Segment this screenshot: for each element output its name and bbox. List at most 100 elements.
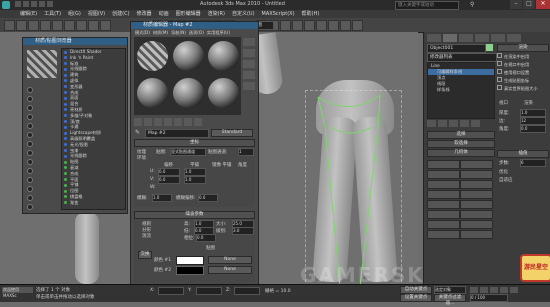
- geometry-tool-button[interactable]: [427, 170, 460, 179]
- list-item[interactable]: 渐变: [62, 200, 125, 206]
- show-end-result-icon[interactable]: [438, 120, 447, 127]
- map-name-field[interactable]: Map #2: [145, 129, 209, 138]
- go-to-parent-icon[interactable]: [194, 118, 202, 126]
- browse-option-radio[interactable]: [27, 204, 33, 210]
- browse-option-radio[interactable]: [27, 114, 33, 120]
- window-crossing-icon[interactable]: [100, 20, 111, 31]
- levels-spinner[interactable]: 3.0: [232, 227, 254, 235]
- tiling-v-spinner[interactable]: 1.0: [184, 176, 206, 184]
- unlink-icon[interactable]: [40, 20, 51, 31]
- menu-item[interactable]: 视图(V): [88, 10, 105, 18]
- geometry-tool-button[interactable]: [427, 210, 460, 219]
- browse-option-radio[interactable]: [27, 96, 33, 102]
- geometry-tool-button[interactable]: [460, 170, 493, 179]
- redo-icon[interactable]: [16, 20, 27, 31]
- app-logo-icon[interactable]: [2, 1, 10, 9]
- make-unique-icon[interactable]: [174, 118, 182, 126]
- key-selection-dropdown[interactable]: 选定对象: [434, 286, 466, 294]
- viewport-radio[interactable]: 视口: [499, 100, 508, 106]
- render-option-checkbox[interactable]: 使用视口设置: [497, 69, 549, 77]
- layer-manager-icon[interactable]: [280, 20, 291, 31]
- sample-slot-4[interactable]: [137, 78, 168, 108]
- undo-icon[interactable]: [4, 20, 15, 31]
- search-icon[interactable]: ⚲: [470, 1, 478, 8]
- render-option-checkbox[interactable]: 在视口中启用: [497, 61, 549, 69]
- schematic-view-icon[interactable]: [304, 20, 315, 31]
- make-unique-stack-icon[interactable]: [449, 120, 458, 127]
- geometry-tool-button[interactable]: [427, 220, 460, 229]
- menu-item[interactable]: 修改器: [137, 10, 152, 18]
- material-editor-menu-item[interactable]: 模式(D): [135, 30, 150, 36]
- offset-u-spinner[interactable]: 0.0: [158, 168, 180, 176]
- search-input[interactable]: 键入关键字或短语: [395, 1, 459, 10]
- blur-spinner[interactable]: 1.0: [152, 194, 172, 202]
- color1-map-button[interactable]: None: [208, 256, 252, 264]
- pin-stack-icon[interactable]: [427, 120, 436, 127]
- environment-radio[interactable]: 环境: [137, 155, 146, 161]
- browse-option-radio[interactable]: [27, 105, 33, 111]
- mapping-dropdown[interactable]: 显式贴图通道: [170, 148, 206, 156]
- menu-item[interactable]: 渲染(R): [208, 10, 225, 18]
- map-type-button[interactable]: Standard: [211, 129, 253, 137]
- render-option-checkbox[interactable]: 生成贴图坐标: [497, 77, 549, 85]
- video-check-icon[interactable]: [243, 82, 255, 90]
- material-editor-menu-item[interactable]: 导航(N): [171, 30, 186, 36]
- display-tab-icon[interactable]: [491, 34, 505, 42]
- sample-slot-1[interactable]: [137, 41, 168, 71]
- modifier-stack-item[interactable]: 样条线: [428, 87, 494, 93]
- link-icon[interactable]: [28, 20, 39, 31]
- sample-slot-3[interactable]: [208, 41, 239, 71]
- blur-offset-spinner[interactable]: 0.0: [198, 194, 218, 202]
- geometry-tool-button[interactable]: [427, 180, 460, 189]
- motion-tab-icon[interactable]: [475, 34, 489, 42]
- object-color-swatch[interactable]: [486, 44, 493, 51]
- modifier-list-dropdown[interactable]: 修改器列表: [427, 53, 497, 62]
- backlight-icon[interactable]: [243, 49, 255, 57]
- geometry-tool-button[interactable]: [460, 230, 493, 239]
- configure-sets-icon[interactable]: [471, 120, 480, 127]
- sample-slot-2[interactable]: [173, 41, 204, 71]
- menu-item[interactable]: 图形编辑器: [176, 10, 201, 18]
- material-editor-menu-item[interactable]: 选项(O): [189, 30, 204, 36]
- save-file-icon[interactable]: [31, 1, 37, 7]
- browse-option-radio[interactable]: [27, 159, 33, 165]
- browse-option-radio[interactable]: [27, 87, 33, 93]
- geometry-tool-button[interactable]: [427, 230, 460, 239]
- browse-option-radio[interactable]: [27, 132, 33, 138]
- phase-spinner[interactable]: 0.0: [196, 234, 216, 242]
- sample-slot-6[interactable]: [208, 78, 239, 108]
- thickness-spinner[interactable]: 1.0: [520, 109, 546, 117]
- menu-item[interactable]: 编辑(E): [20, 10, 37, 18]
- geometry-tool-button[interactable]: [427, 160, 460, 169]
- render-frame-icon[interactable]: [340, 20, 351, 31]
- menu-item[interactable]: 工具(T): [44, 10, 61, 18]
- next-frame-icon[interactable]: [500, 287, 508, 293]
- material-editor-menu-item[interactable]: 材质(M): [153, 30, 168, 36]
- remove-modifier-icon[interactable]: [460, 120, 469, 127]
- put-to-scene-icon[interactable]: [144, 118, 152, 126]
- go-to-end-icon[interactable]: [510, 287, 518, 293]
- browse-option-radio[interactable]: [27, 123, 33, 129]
- quick-render-icon[interactable]: [352, 20, 363, 31]
- browse-option-radio[interactable]: [27, 177, 33, 183]
- curve-editor-icon[interactable]: [292, 20, 303, 31]
- geometry-tool-button[interactable]: [460, 200, 493, 209]
- geometry-tool-button[interactable]: [460, 210, 493, 219]
- browse-option-radio[interactable]: [27, 150, 33, 156]
- color1-swatch[interactable]: [176, 256, 204, 265]
- tiling-u-spinner[interactable]: 1.0: [184, 168, 206, 176]
- browse-option-radio[interactable]: [27, 168, 33, 174]
- x-coordinate-field[interactable]: [158, 287, 184, 295]
- menu-item[interactable]: MAXScript(X): [262, 10, 295, 18]
- color2-map-button[interactable]: None: [208, 266, 252, 274]
- menu-item[interactable]: 组(G): [68, 10, 81, 18]
- interpolation-rollout[interactable]: 插值: [497, 150, 549, 158]
- geometry-rollout[interactable]: 几何体: [427, 149, 495, 157]
- redo-icon[interactable]: [47, 1, 53, 7]
- material-editor-icon[interactable]: [316, 20, 327, 31]
- browse-option-radio[interactable]: [27, 141, 33, 147]
- render-setup-icon[interactable]: [328, 20, 339, 31]
- create-tab-icon[interactable]: [427, 34, 441, 42]
- reset-map-icon[interactable]: [164, 118, 172, 126]
- eyedropper-icon[interactable]: ✎: [135, 129, 143, 136]
